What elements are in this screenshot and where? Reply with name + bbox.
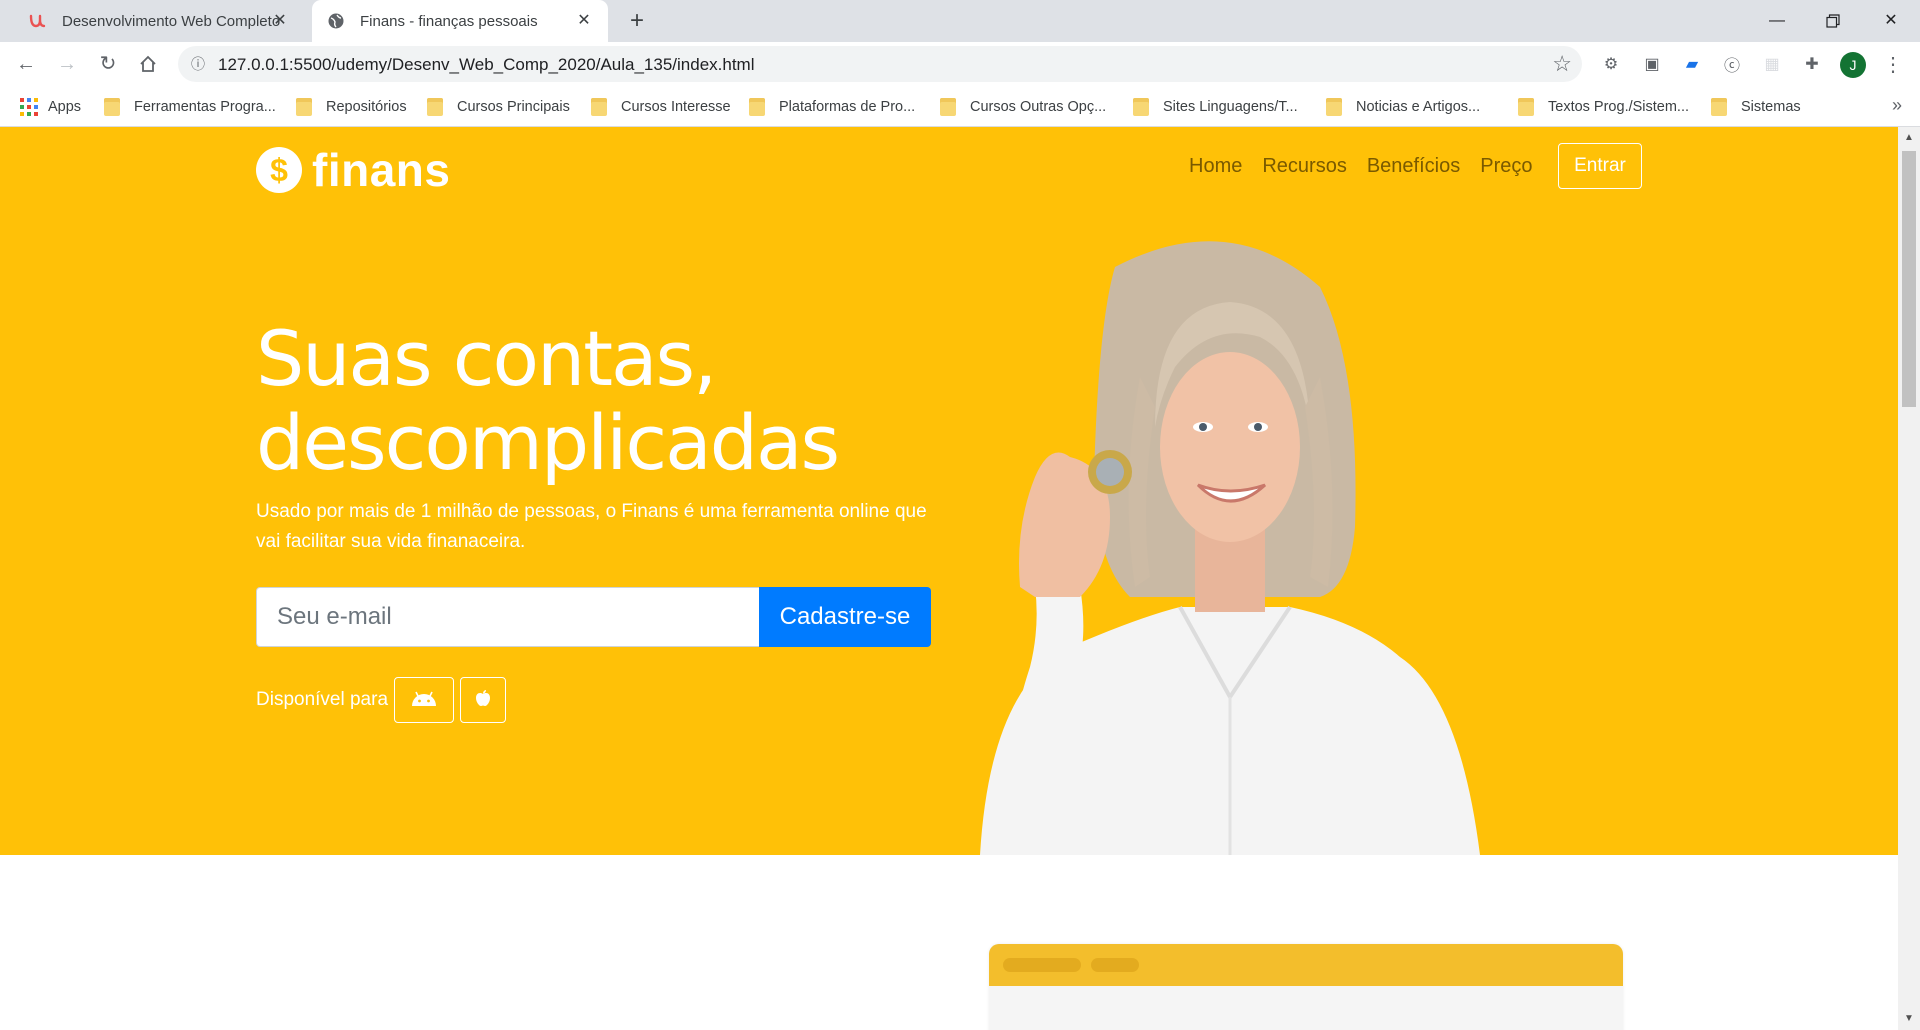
folder-icon [104, 98, 120, 116]
folder-icon [1518, 98, 1534, 116]
extension-gear-icon[interactable]: ⚙ [1600, 53, 1622, 75]
folder-icon [749, 98, 765, 116]
close-tab-icon[interactable]: ✕ [574, 11, 594, 31]
hero-headline: Suas contas, descomplicadas [256, 314, 840, 487]
home-icon[interactable] [134, 50, 162, 78]
scroll-up-arrow-icon[interactable]: ▲ [1903, 132, 1915, 144]
login-button[interactable]: Entrar [1558, 143, 1642, 189]
bookmark-folder[interactable]: Textos Prog./Sistem... [1518, 95, 1689, 119]
extension-book-icon[interactable]: ▰ [1681, 53, 1703, 75]
bookmark-folder[interactable]: Noticias e Artigos... [1326, 95, 1480, 119]
bookmark-label: Ferramentas Progra... [134, 99, 276, 115]
bookmark-folder[interactable]: Cursos Interesse [591, 95, 731, 119]
bookmark-label: Repositórios [326, 99, 407, 115]
screen-capture-icon[interactable]: ▣ [1641, 53, 1663, 75]
nav-preco[interactable]: Preço [1480, 155, 1532, 178]
app-mockup-card [989, 944, 1623, 1030]
folder-icon [1326, 98, 1342, 116]
reload-icon[interactable]: ↻ [94, 50, 122, 78]
brand-name: finans [312, 144, 451, 196]
close-window-icon[interactable]: ✕ [1876, 6, 1906, 36]
profile-avatar[interactable]: J [1840, 52, 1866, 78]
nav-home[interactable]: Home [1189, 155, 1242, 178]
bookmark-star-icon[interactable]: ☆ [1552, 50, 1572, 78]
folder-icon [1133, 98, 1149, 116]
folder-icon [940, 98, 956, 116]
tab-udemy[interactable]: Desenvolvimento Web Completo ✕ [14, 0, 304, 42]
app-mockup-header [989, 944, 1623, 986]
woman-holding-coin-image [960, 227, 1500, 855]
brand-logo[interactable]: $ finans [256, 143, 450, 197]
extension-blank-icon[interactable]: ▦ [1761, 53, 1783, 75]
browser-toolbar: ← → ↻ ⓘ 127.0.0.1:5500/udemy/Desenv_Web_… [0, 42, 1920, 87]
url-text: 127.0.0.1:5500/udemy/Desenv_Web_Comp_202… [218, 55, 755, 74]
hero-section: $ finans Home Recursos Benefícios Preço … [0, 127, 1898, 855]
dollar-coin-icon: $ [256, 147, 302, 193]
address-bar[interactable]: ⓘ 127.0.0.1:5500/udemy/Desenv_Web_Comp_2… [178, 46, 1582, 82]
page-scrollbar[interactable]: ▲ ▼ [1898, 127, 1920, 1030]
restore-icon[interactable] [1818, 6, 1848, 36]
apple-icon [475, 689, 491, 712]
minimize-icon[interactable]: — [1762, 6, 1792, 36]
apple-button[interactable] [460, 677, 507, 723]
scrollbar-thumb[interactable] [1902, 151, 1916, 407]
bookmark-label: Cursos Principais [457, 99, 570, 115]
folder-icon [296, 98, 312, 116]
bookmark-folder[interactable]: Cursos Outras Opç... [940, 95, 1106, 119]
tab-title: Finans - finanças pessoais [360, 12, 538, 30]
headline-line: Suas contas, [256, 314, 717, 403]
bookmark-label: Noticias e Artigos... [1356, 99, 1481, 115]
bookmark-label: Cursos Interesse [621, 99, 731, 115]
bookmark-folder[interactable]: Plataformas de Pro... [749, 95, 915, 119]
email-input[interactable] [256, 587, 759, 647]
more-bookmarks-icon[interactable]: » [1892, 95, 1902, 116]
udemy-icon [28, 11, 48, 31]
bookmarks-bar: Apps Ferramentas Progra... Repositórios … [0, 87, 1920, 127]
info-icon[interactable]: ⓘ [188, 54, 208, 74]
hero-lead: Usado por mais de 1 milhão de pessoas, o… [256, 501, 927, 552]
folder-icon [427, 98, 443, 116]
bookmark-label: Sites Linguagens/T... [1163, 99, 1298, 115]
globe-icon [326, 11, 346, 31]
signup-form: Cadastre-se [256, 587, 931, 647]
bookmark-label: Textos Prog./Sistem... [1548, 99, 1690, 115]
forward-icon[interactable]: → [53, 50, 81, 78]
headline-line: descomplicadas [256, 398, 840, 487]
main-nav: Home Recursos Benefícios Preço [1189, 155, 1552, 178]
menu-kebab-icon[interactable]: ⋮ [1882, 53, 1904, 76]
folder-icon [591, 98, 607, 116]
tab-finans[interactable]: Finans - finanças pessoais ✕ [312, 0, 608, 42]
available-platforms: Disponível para [256, 677, 512, 723]
bookmark-label: Cursos Outras Opç... [970, 99, 1107, 115]
close-tab-icon[interactable]: ✕ [270, 11, 290, 31]
bookmark-apps[interactable]: Apps [20, 95, 81, 119]
new-tab-icon[interactable]: + [624, 9, 650, 35]
tab-title: Desenvolvimento Web Completo [62, 12, 281, 30]
apps-grid-icon [20, 98, 38, 116]
bookmark-folder[interactable]: Sistemas [1711, 95, 1801, 119]
placeholder-pill [1003, 958, 1081, 972]
bookmark-label: Apps [48, 99, 82, 115]
bookmark-label: Plataformas de Pro... [779, 99, 916, 115]
page-viewport: $ finans Home Recursos Benefícios Preço … [0, 127, 1898, 1030]
android-button[interactable] [394, 677, 455, 723]
nav-recursos[interactable]: Recursos [1262, 155, 1346, 178]
bookmark-folder[interactable]: Repositórios [296, 95, 407, 119]
folder-icon [1711, 98, 1727, 116]
tab-strip: Desenvolvimento Web Completo ✕ Finans - … [0, 0, 1920, 42]
back-icon[interactable]: ← [12, 50, 40, 78]
nav-beneficios[interactable]: Benefícios [1367, 155, 1460, 178]
bookmark-folder[interactable]: Sites Linguagens/T... [1133, 95, 1298, 119]
placeholder-pill [1091, 958, 1139, 972]
extension-code-icon[interactable]: ⓒ [1721, 53, 1743, 75]
available-label: Disponível para [256, 689, 389, 710]
bookmark-label: Sistemas [1741, 99, 1801, 115]
android-icon [409, 689, 439, 712]
bookmark-folder[interactable]: Cursos Principais [427, 95, 570, 119]
scroll-down-arrow-icon[interactable]: ▼ [1903, 1013, 1915, 1025]
signup-button[interactable]: Cadastre-se [759, 587, 931, 647]
features-section [0, 855, 1898, 1030]
bookmark-folder[interactable]: Ferramentas Progra... [104, 95, 276, 119]
extensions-puzzle-icon[interactable]: ✚ [1801, 53, 1823, 75]
